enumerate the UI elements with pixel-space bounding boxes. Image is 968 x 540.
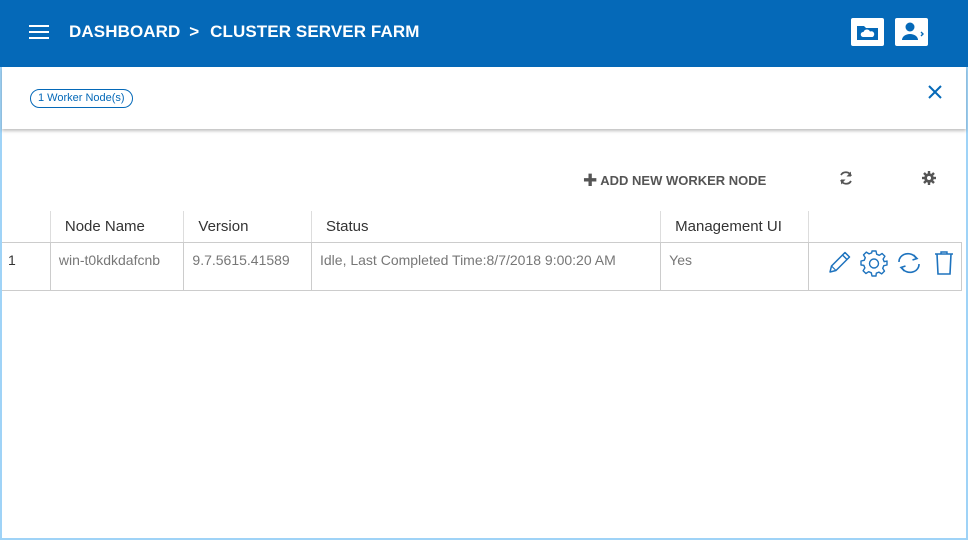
user-logout-button[interactable] xyxy=(895,18,928,46)
close-icon[interactable] xyxy=(927,84,943,100)
worker-node-count-badge: 1 Worker Node(s) xyxy=(30,89,133,108)
cell-status: Idle, Last Completed Time:8/7/2018 9:00:… xyxy=(311,242,662,291)
cell-node-name: win-t0kdkdafcnb xyxy=(50,242,185,291)
cloud-folder-icon xyxy=(857,26,878,40)
gear-icon[interactable] xyxy=(860,249,888,277)
column-header-node-name[interactable]: Node Name xyxy=(50,211,185,243)
column-header-index xyxy=(2,211,51,243)
cell-management-ui: Yes xyxy=(660,242,810,291)
edit-icon[interactable] xyxy=(825,249,853,277)
delete-icon[interactable] xyxy=(930,249,958,277)
gear-icon[interactable] xyxy=(921,170,937,186)
cell-actions xyxy=(808,242,962,291)
sub-header-bar: 1 Worker Node(s) xyxy=(2,67,966,129)
column-header-management-ui[interactable]: Management UI xyxy=(660,211,810,243)
column-header-version[interactable]: Version xyxy=(183,211,312,243)
breadcrumb-separator: > xyxy=(189,22,200,41)
sync-icon[interactable] xyxy=(895,249,923,277)
add-new-worker-node-button[interactable]: ✚ ADD NEW WORKER NODE xyxy=(583,170,766,190)
worker-nodes-table: Node Name Version Status Management UI 1… xyxy=(2,211,962,291)
column-header-status[interactable]: Status xyxy=(311,211,662,243)
refresh-icon[interactable] xyxy=(838,170,854,186)
cloud-folder-button[interactable] xyxy=(851,18,884,46)
table-header-row: Node Name Version Status Management UI xyxy=(2,211,962,243)
breadcrumb: DASHBOARD > CLUSTER SERVER FARM xyxy=(69,22,419,42)
plus-icon: ✚ xyxy=(583,171,598,190)
breadcrumb-current: CLUSTER SERVER FARM xyxy=(210,22,420,41)
column-header-actions xyxy=(808,211,962,243)
user-logout-icon xyxy=(902,22,924,40)
app-header: DASHBOARD > CLUSTER SERVER FARM xyxy=(0,0,968,67)
add-new-worker-node-label: ADD NEW WORKER NODE xyxy=(600,173,767,188)
cell-version: 9.7.5615.41589 xyxy=(183,242,312,291)
table-row[interactable]: 1 win-t0kdkdafcnb 9.7.5615.41589 Idle, L… xyxy=(2,242,962,291)
breadcrumb-root[interactable]: DASHBOARD xyxy=(69,22,180,41)
cell-index: 1 xyxy=(2,242,51,291)
hamburger-menu-icon[interactable] xyxy=(29,25,49,41)
